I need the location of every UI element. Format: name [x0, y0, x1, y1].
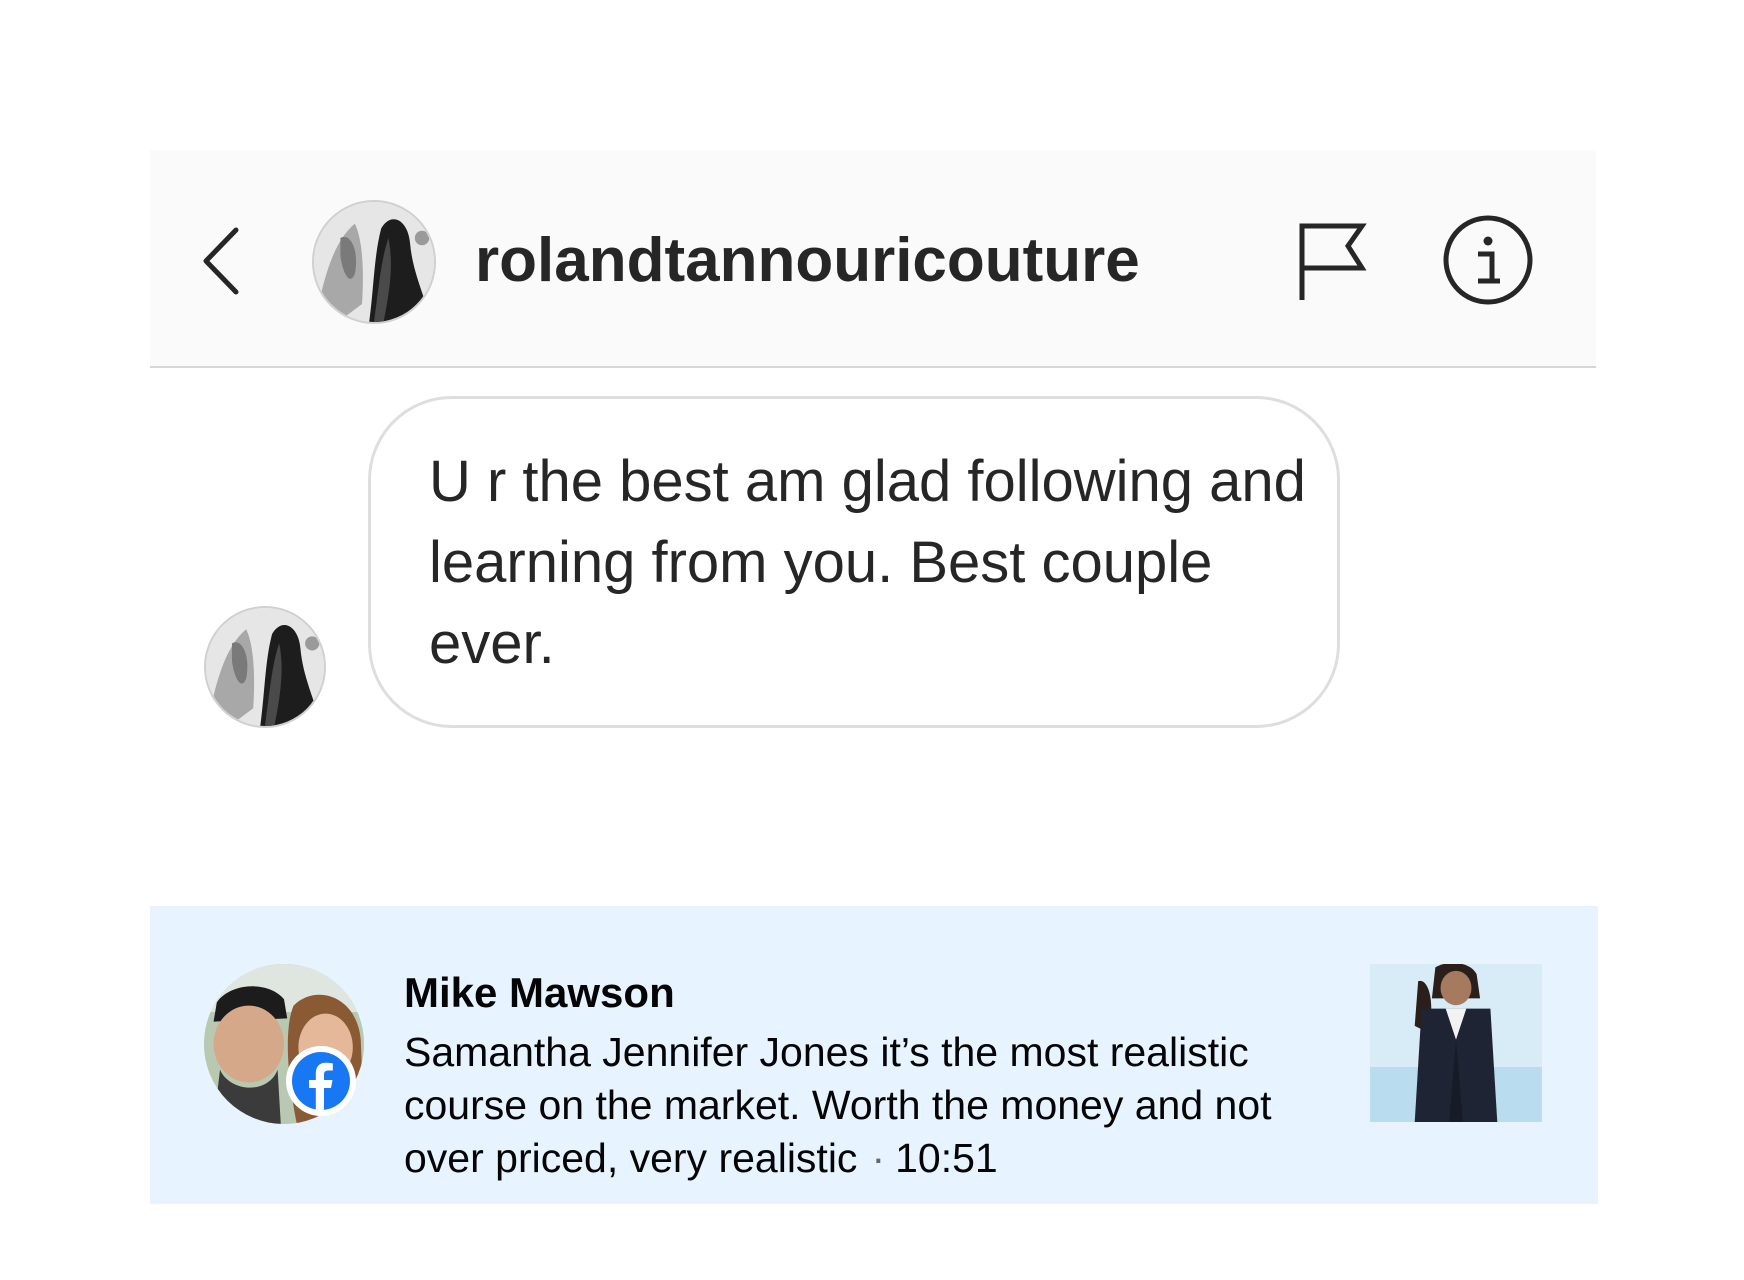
- info-button[interactable]: [1442, 214, 1534, 306]
- report-button[interactable]: [1296, 220, 1368, 302]
- info-icon: [1443, 215, 1533, 305]
- message-text: U r the best am glad following and learn…: [429, 449, 1306, 676]
- facebook-badge: [286, 1046, 356, 1116]
- notification-text: Samantha Jennifer Jones it’s the most re…: [404, 1026, 1344, 1185]
- facebook-notification[interactable]: Mike Mawson Samantha Jennifer Jones it’s…: [150, 906, 1598, 1204]
- comment-text: Samantha Jennifer Jones it’s the most re…: [404, 1029, 1272, 1181]
- chat-username[interactable]: rolandtannouricouture: [475, 230, 1140, 292]
- profile-avatar[interactable]: [312, 200, 436, 324]
- sender-avatar[interactable]: [204, 606, 326, 728]
- chevron-left-icon: [203, 227, 239, 295]
- notification-time: 10:51: [895, 1135, 998, 1181]
- post-thumbnail[interactable]: [1370, 964, 1542, 1122]
- commenter-name: Mike Mawson: [404, 969, 675, 1016]
- separator-dot: ·: [871, 1135, 886, 1181]
- flag-icon: [1299, 223, 1367, 300]
- message-bubble[interactable]: U r the best am glad following and learn…: [368, 396, 1340, 728]
- chat-header: rolandtannouricouture: [150, 150, 1596, 368]
- back-button[interactable]: [198, 224, 250, 298]
- facebook-icon: [309, 1062, 333, 1110]
